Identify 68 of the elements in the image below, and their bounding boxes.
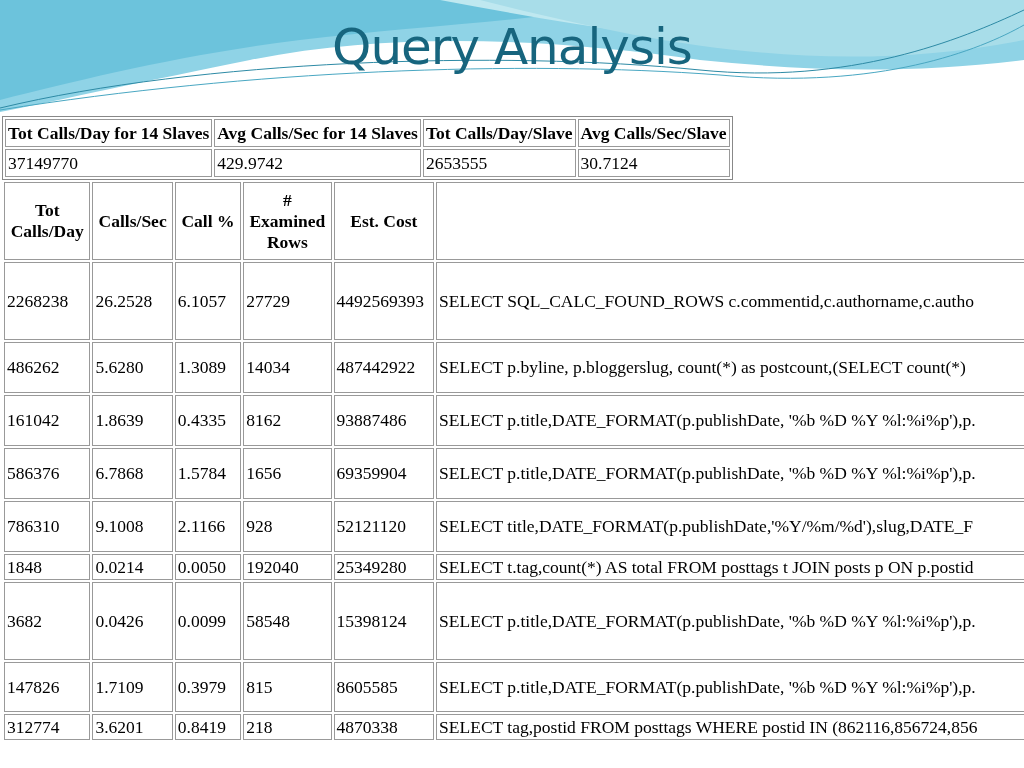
table-cell: 586376 xyxy=(4,448,91,499)
table-cell: 4492569393 xyxy=(333,262,435,340)
table-cell: 5.6280 xyxy=(92,342,173,393)
table-cell: 4870338 xyxy=(333,714,435,740)
table-cell: 3.6201 xyxy=(92,714,173,740)
table-cell: 2653555 xyxy=(422,149,576,177)
table-cell: 486262 xyxy=(4,342,91,393)
table-cell: 0.0099 xyxy=(174,582,242,660)
column-header: Avg Calls/Sec for 14 Slaves xyxy=(214,119,421,147)
query-cell: SELECT p.title,DATE_FORMAT(p.publishDate, '%b %D %Y %l:%i%p'),p. xyxy=(436,582,1024,660)
table-cell: 1848 xyxy=(4,554,91,580)
table-cell: 15398124 xyxy=(333,582,435,660)
table-cell: 147826 xyxy=(4,662,91,712)
query-cell: SELECT title,DATE_FORMAT(p.publishDate,'%Y/%m/%d'),slug,DATE_F xyxy=(436,501,1024,552)
table-cell: 2.1166 xyxy=(174,501,242,552)
table-cell: 0.0214 xyxy=(92,554,173,580)
column-header: Tot Calls/Day/Slave xyxy=(422,119,576,147)
table-cell: 1.8639 xyxy=(92,395,173,446)
column-header: # Examined Rows xyxy=(243,182,332,260)
table-cell: 8605585 xyxy=(333,662,435,712)
query-cell: SELECT tag,postid FROM posttags WHERE postid IN (862116,856724,856 xyxy=(436,714,1024,740)
column-header: Tot Calls/Day xyxy=(4,182,91,260)
table-cell: 0.8419 xyxy=(174,714,242,740)
table-cell: 1.3089 xyxy=(174,342,242,393)
table-cell: 52121120 xyxy=(333,501,435,552)
table-cell: 192040 xyxy=(243,554,332,580)
table-cell: 429.9742 xyxy=(214,149,421,177)
table-cell: 161042 xyxy=(4,395,91,446)
table-cell: 1656 xyxy=(243,448,332,499)
table-cell: 9.1008 xyxy=(92,501,173,552)
table-cell: 58548 xyxy=(243,582,332,660)
column-header: Est. Cost xyxy=(333,182,435,260)
query-cell: SELECT SQL_CALC_FOUND_ROWS c.commentid,c.authorname,c.autho xyxy=(436,262,1024,340)
table-cell: 0.0050 xyxy=(174,554,242,580)
query-cell: SELECT p.title,DATE_FORMAT(p.publishDate, '%b %D %Y %l:%i%p'),p. xyxy=(436,448,1024,499)
table-cell: 8162 xyxy=(243,395,332,446)
table-cell: 312774 xyxy=(4,714,91,740)
table-cell: 93887486 xyxy=(333,395,435,446)
column-header: Call % xyxy=(174,182,242,260)
table-cell: 1.7109 xyxy=(92,662,173,712)
table-cell: 0.4335 xyxy=(174,395,242,446)
table-cell: 487442922 xyxy=(333,342,435,393)
table-cell: 2268238 xyxy=(4,262,91,340)
query-cell: SELECT p.byline, p.bloggerslug, count(*) as postcount,(SELECT count(*) xyxy=(436,342,1024,393)
table-cell: 6.1057 xyxy=(174,262,242,340)
table-cell: 27729 xyxy=(243,262,332,340)
column-header: Tot Calls/Day for 14 Slaves xyxy=(5,119,213,147)
table-cell: 1.5784 xyxy=(174,448,242,499)
table-cell: 218 xyxy=(243,714,332,740)
table-cell: 0.3979 xyxy=(174,662,242,712)
column-header: Calls/Sec xyxy=(92,182,173,260)
query-cell: SELECT t.tag,count(*) AS total FROM posttags t JOIN posts p ON p.postid xyxy=(436,554,1024,580)
table-cell: 14034 xyxy=(243,342,332,393)
query-cell: SELECT p.title,DATE_FORMAT(p.publishDate, '%b %D %Y %l:%i%p'),p. xyxy=(436,395,1024,446)
table-cell: 6.7868 xyxy=(92,448,173,499)
table-cell: 69359904 xyxy=(333,448,435,499)
table-cell: 30.7124 xyxy=(577,149,730,177)
table-cell: 786310 xyxy=(4,501,91,552)
table-cell: 37149770 xyxy=(5,149,213,177)
table-cell: 26.2528 xyxy=(92,262,173,340)
table-cell: 25349280 xyxy=(333,554,435,580)
table-cell: 3682 xyxy=(4,582,91,660)
slide-title: Query Analysis xyxy=(332,18,692,76)
table-cell: 928 xyxy=(243,501,332,552)
table-cell: 0.0426 xyxy=(92,582,173,660)
table-cell: 815 xyxy=(243,662,332,712)
query-cell: SELECT p.title,DATE_FORMAT(p.publishDate, '%b %D %Y %l:%i%p'),p. xyxy=(436,662,1024,712)
column-header: Avg Calls/Sec/Slave xyxy=(577,119,730,147)
